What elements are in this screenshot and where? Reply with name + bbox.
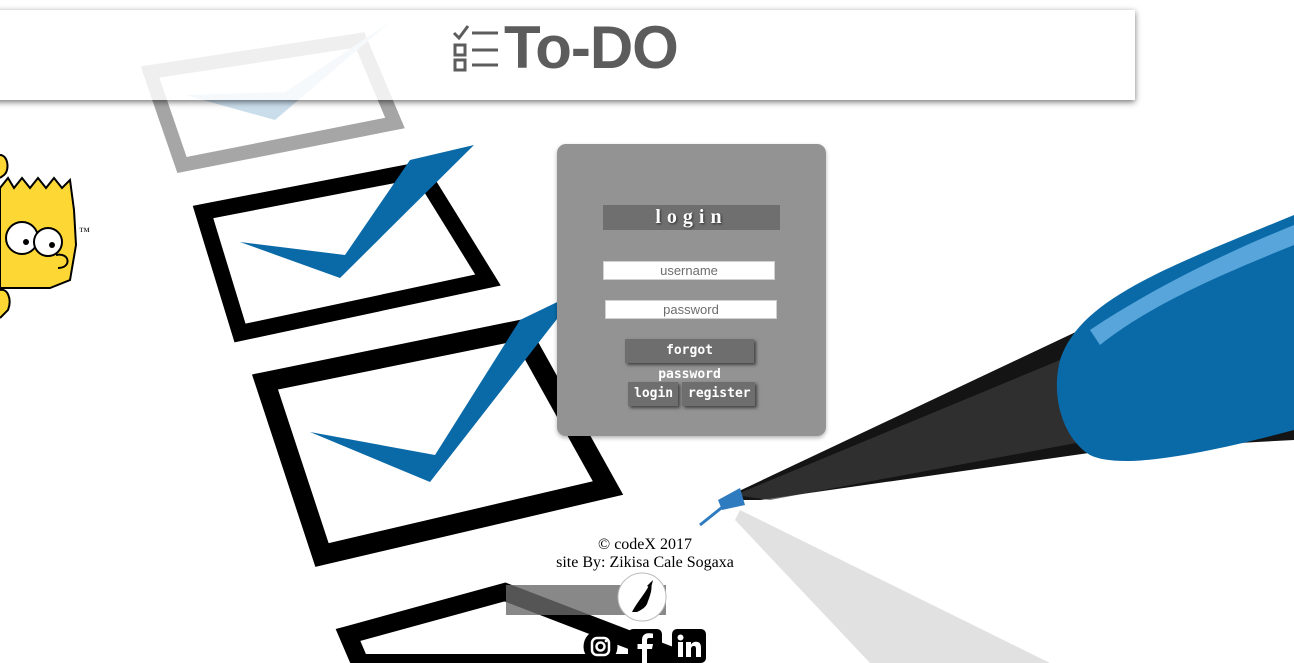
login-panel: login forgot password login register [557, 144, 826, 436]
checklist-icon [452, 25, 498, 72]
page: To-DO ™ login forgot password login regi… [0, 0, 1294, 663]
footer: © codeX 2017 site By: Zikisa Cale Sogaxa [545, 536, 745, 572]
pen-shadow [735, 510, 1050, 663]
mascot-image [0, 154, 78, 319]
checkbox-graphic-2 [192, 145, 501, 343]
username-input[interactable] [603, 261, 775, 280]
instagram-icon[interactable] [583, 629, 618, 663]
password-input[interactable] [605, 300, 777, 319]
trademark-mark: ™ [79, 226, 90, 238]
login-heading: login [603, 205, 780, 230]
copyright-text: © codeX 2017 [598, 536, 692, 553]
login-button[interactable]: login [628, 382, 678, 406]
forgot-password-button[interactable]: forgot password [625, 339, 754, 382]
credit-text: site By: Zikisa Cale Sogaxa [556, 554, 734, 571]
linkedin-icon[interactable] [672, 629, 706, 663]
facebook-icon[interactable] [628, 629, 662, 663]
author-logo[interactable] [617, 572, 667, 622]
brand[interactable]: To-DO [452, 14, 679, 81]
app-title: To-DO [504, 14, 679, 81]
register-button[interactable]: register [682, 382, 755, 406]
